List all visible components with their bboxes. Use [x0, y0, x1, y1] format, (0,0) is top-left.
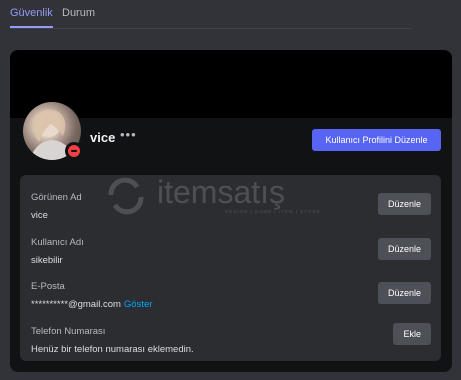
username-label: Kullanıcı Adı	[31, 237, 84, 248]
add-phone-button[interactable]: Ekle	[393, 323, 431, 345]
dnd-status-icon	[68, 145, 80, 157]
email-label: E-Posta	[31, 281, 65, 292]
settings-tabs: Güvenlik Durum	[10, 0, 412, 29]
status-indicator	[65, 142, 83, 160]
username-value: sikebilir	[31, 255, 63, 266]
edit-display-name-button[interactable]: Düzenle	[377, 193, 431, 215]
reveal-email-link[interactable]: Göster	[124, 299, 153, 310]
display-name-value: vice	[31, 210, 48, 221]
watermark-logo: itemsatış DESIGN | GAME | ITEM | STORE	[108, 175, 321, 215]
watermark-tagline: DESIGN | GAME | ITEM | STORE	[225, 209, 321, 214]
tab-security[interactable]: Güvenlik	[10, 7, 53, 28]
profile-username: vice	[90, 130, 116, 145]
avatar-container	[23, 102, 83, 162]
edit-email-button[interactable]: Düzenle	[377, 282, 431, 304]
watermark-brand: itemsatış	[157, 175, 285, 210]
phone-label: Telefon Numarası	[31, 326, 106, 337]
profile-card: vice ••• Kullanıcı Profilini Düzenle ite…	[10, 50, 452, 372]
phone-value: Henüz bir telefon numarası eklemedin.	[31, 344, 194, 355]
display-name-label: Görünen Ad	[31, 192, 82, 203]
more-options-icon[interactable]: •••	[120, 127, 137, 142]
edit-user-profile-button[interactable]: Kullanıcı Profilini Düzenle	[312, 129, 441, 151]
email-value-wrap: **********@gmail.com Göster	[31, 299, 152, 310]
tab-status[interactable]: Durum	[62, 7, 95, 28]
edit-username-button[interactable]: Düzenle	[377, 238, 431, 260]
account-info-panel: itemsatış DESIGN | GAME | ITEM | STORE G…	[20, 175, 441, 361]
email-value: **********@gmail.com	[31, 299, 121, 310]
